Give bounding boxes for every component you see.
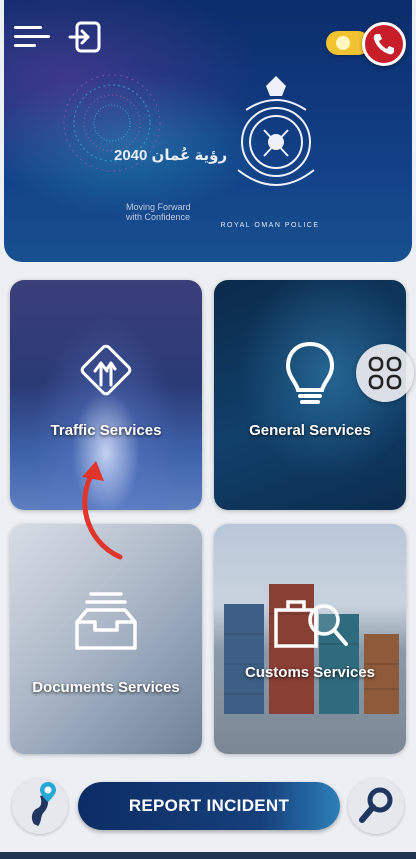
search-icon	[359, 787, 393, 823]
header-banner: رؤية عُمان 2040 Moving Forward with Conf…	[4, 0, 412, 262]
traffic-sign-icon	[80, 344, 132, 396]
police-logo-text: ROYAL OMAN POLICE	[220, 222, 320, 229]
report-incident-button[interactable]: REPORT INCIDENT	[78, 782, 340, 830]
vision-tagline: Moving Forward with Confidence	[126, 202, 191, 222]
documents-services-tile[interactable]: Documents Services	[10, 524, 202, 754]
lightbulb-icon	[285, 341, 335, 404]
exit-button[interactable]	[68, 20, 102, 54]
rop-emblem-icon	[237, 76, 315, 186]
call-button[interactable]	[362, 22, 406, 66]
customs-services-tile[interactable]: Customs Services	[214, 524, 406, 754]
general-services-label: General Services	[249, 422, 371, 439]
traffic-services-label: Traffic Services	[50, 422, 162, 439]
menu-icon-line	[14, 35, 50, 38]
map-pin-icon	[31, 782, 56, 826]
emergency-controls	[326, 22, 412, 68]
menu-button[interactable]	[14, 22, 50, 52]
menu-icon-line	[14, 26, 42, 29]
grid-icon	[368, 356, 402, 390]
toggle-knob	[336, 36, 350, 50]
traffic-services-tile[interactable]: Traffic Services	[10, 280, 202, 510]
apps-grid-button[interactable]	[356, 344, 414, 402]
customs-services-label: Customs Services	[244, 664, 376, 681]
customs-search-icon	[274, 600, 348, 648]
document-tray-icon	[75, 592, 137, 650]
menu-icon-line	[14, 44, 36, 47]
phone-icon	[373, 34, 394, 55]
vision-logo-text: رؤية عُمان 2040	[114, 147, 228, 164]
documents-services-label: Documents Services	[32, 679, 180, 696]
exit-icon	[68, 21, 101, 53]
search-button[interactable]	[348, 778, 404, 834]
bottom-strip	[0, 852, 416, 859]
map-button[interactable]	[12, 778, 68, 834]
